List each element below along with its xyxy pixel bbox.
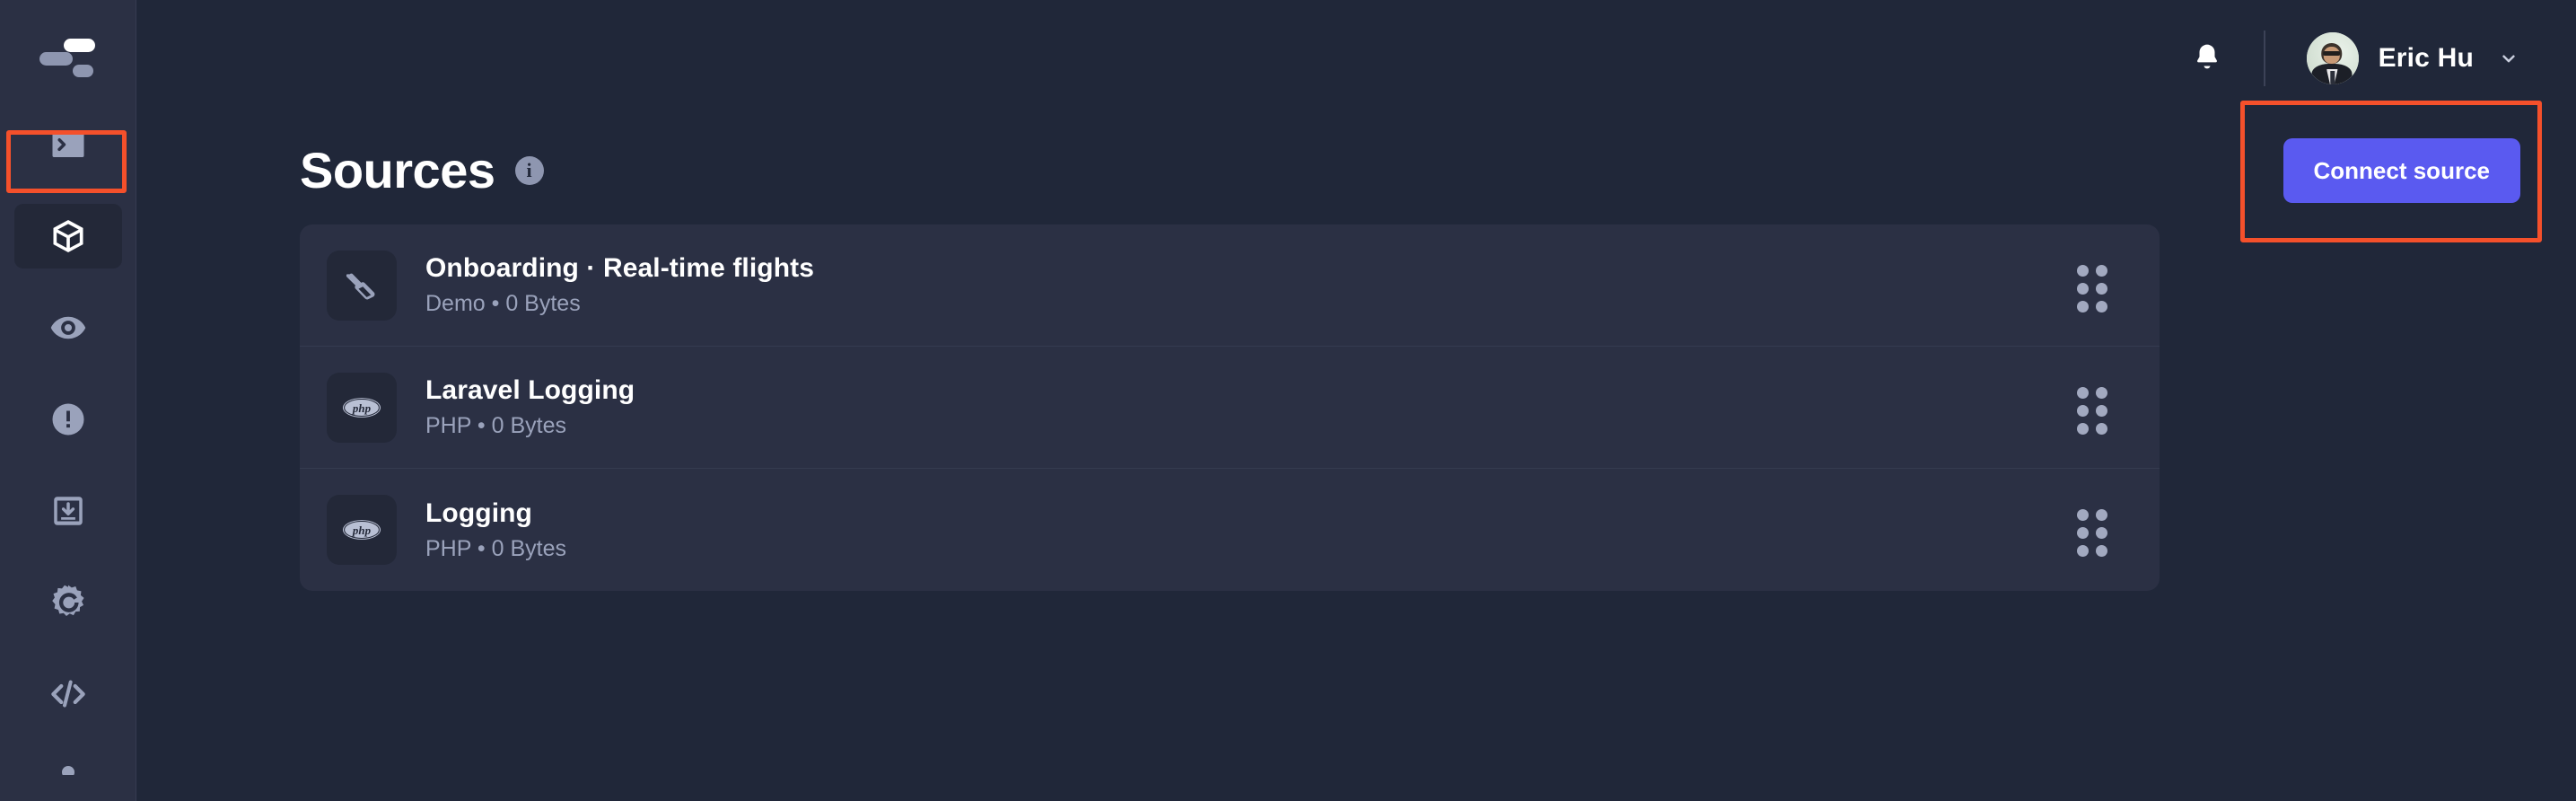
source-icon-tile <box>327 250 397 321</box>
sidebar-item-api[interactable] <box>14 662 122 726</box>
drag-handle-icon[interactable] <box>2077 386 2107 435</box>
sidebar-nav <box>0 112 136 775</box>
header-divider <box>2263 31 2265 86</box>
sidebar-item-sources[interactable] <box>13 204 122 268</box>
alert-icon <box>49 400 87 438</box>
logstack-logo <box>39 35 97 78</box>
drag-dot <box>2077 386 2089 399</box>
settings-icon <box>49 753 87 775</box>
page-header: Sources i Connect source <box>136 101 2576 242</box>
svg-text:php: php <box>352 400 372 414</box>
source-text: Onboarding · Real-time flights Demo • 0 … <box>425 253 2077 317</box>
drag-dot <box>2077 545 2089 557</box>
user-menu[interactable]: Eric Hu <box>2306 32 2520 84</box>
source-subtitle: PHP • 0 Bytes <box>425 535 566 561</box>
sidebar-item-grafana[interactable] <box>14 570 122 635</box>
logo-bar-3 <box>72 64 93 77</box>
avatar-tie <box>2329 70 2335 84</box>
sidebar-item-terminal[interactable] <box>14 112 122 177</box>
user-name: Eric Hu <box>2378 43 2474 73</box>
source-title: Laravel Logging <box>425 375 635 405</box>
php-icon: php <box>341 387 382 428</box>
source-title: Logging <box>425 497 532 528</box>
sources-list: Onboarding · Real-time flights Demo • 0 … <box>300 224 2160 591</box>
source-subtitle: PHP • 0 Bytes <box>425 413 566 438</box>
source-text: Logging PHP • 0 Bytes <box>425 498 2077 562</box>
sidebar <box>0 0 136 801</box>
table-row[interactable]: php Logging PHP • 0 Bytes <box>300 469 2160 591</box>
source-icon-tile: php <box>327 495 397 565</box>
sidebar-item-alerts[interactable] <box>14 387 122 452</box>
app-root: Eric Hu Sources i Connect source Onboard… <box>0 0 2576 801</box>
drag-dot <box>2077 422 2089 435</box>
source-subtitle: Demo • 0 Bytes <box>425 291 581 316</box>
table-row[interactable]: php Laravel Logging PHP • 0 Bytes <box>300 347 2160 469</box>
code-brackets-icon <box>48 674 88 714</box>
drag-handle-icon[interactable] <box>2077 509 2107 557</box>
drag-dot <box>2096 527 2107 539</box>
inbox-download-icon <box>49 492 87 530</box>
drag-handle-icon[interactable] <box>2077 264 2107 312</box>
info-icon[interactable]: i <box>514 156 544 185</box>
drag-dot <box>2077 527 2089 539</box>
drag-dot <box>2077 282 2089 295</box>
drag-dot <box>2096 545 2107 557</box>
sidebar-item-overflow[interactable] <box>14 753 122 775</box>
cube-icon <box>48 216 88 256</box>
drag-dot <box>2096 300 2107 312</box>
table-row[interactable]: Onboarding · Real-time flights Demo • 0 … <box>300 224 2160 347</box>
source-icon-tile: php <box>327 372 397 443</box>
eye-icon <box>49 309 87 347</box>
sidebar-item-archive[interactable] <box>14 479 122 543</box>
bell-icon <box>2192 41 2222 76</box>
drag-dot <box>2096 422 2107 435</box>
source-text: Laravel Logging PHP • 0 Bytes <box>425 375 2077 439</box>
logo-bar-2 <box>39 51 73 66</box>
svg-text:php: php <box>352 524 372 537</box>
drag-dot <box>2077 264 2089 277</box>
terminal-icon <box>49 126 87 163</box>
page-title: Sources <box>300 142 495 198</box>
app-logo[interactable] <box>0 0 136 112</box>
user-avatar <box>2306 32 2359 84</box>
logo-bar-1 <box>63 38 95 52</box>
drag-dot <box>2096 386 2107 399</box>
sidebar-item-live-tail[interactable] <box>14 295 122 360</box>
php-icon: php <box>341 509 382 550</box>
drag-dot <box>2096 282 2107 295</box>
drag-dot <box>2096 404 2107 417</box>
notifications-button[interactable] <box>2181 32 2233 84</box>
chevron-down-icon[interactable] <box>2497 47 2520 70</box>
page-title-group: Sources i <box>300 145 544 196</box>
connect-source-button[interactable]: Connect source <box>2282 138 2520 203</box>
drag-dot <box>2096 509 2107 521</box>
drag-dot <box>2077 404 2089 417</box>
source-title: Onboarding · Real-time flights <box>425 253 815 283</box>
primary-action-wrapper: Connect source <box>2239 101 2542 242</box>
topbar: Eric Hu <box>136 0 2576 117</box>
airplane-tail-icon <box>342 266 381 305</box>
drag-dot <box>2077 300 2089 312</box>
main-area: Eric Hu Sources i Connect source Onboard… <box>136 0 2576 801</box>
avatar-glasses <box>2322 50 2341 57</box>
drag-dot <box>2096 264 2107 277</box>
drag-dot <box>2077 509 2089 521</box>
grafana-icon <box>48 583 88 622</box>
